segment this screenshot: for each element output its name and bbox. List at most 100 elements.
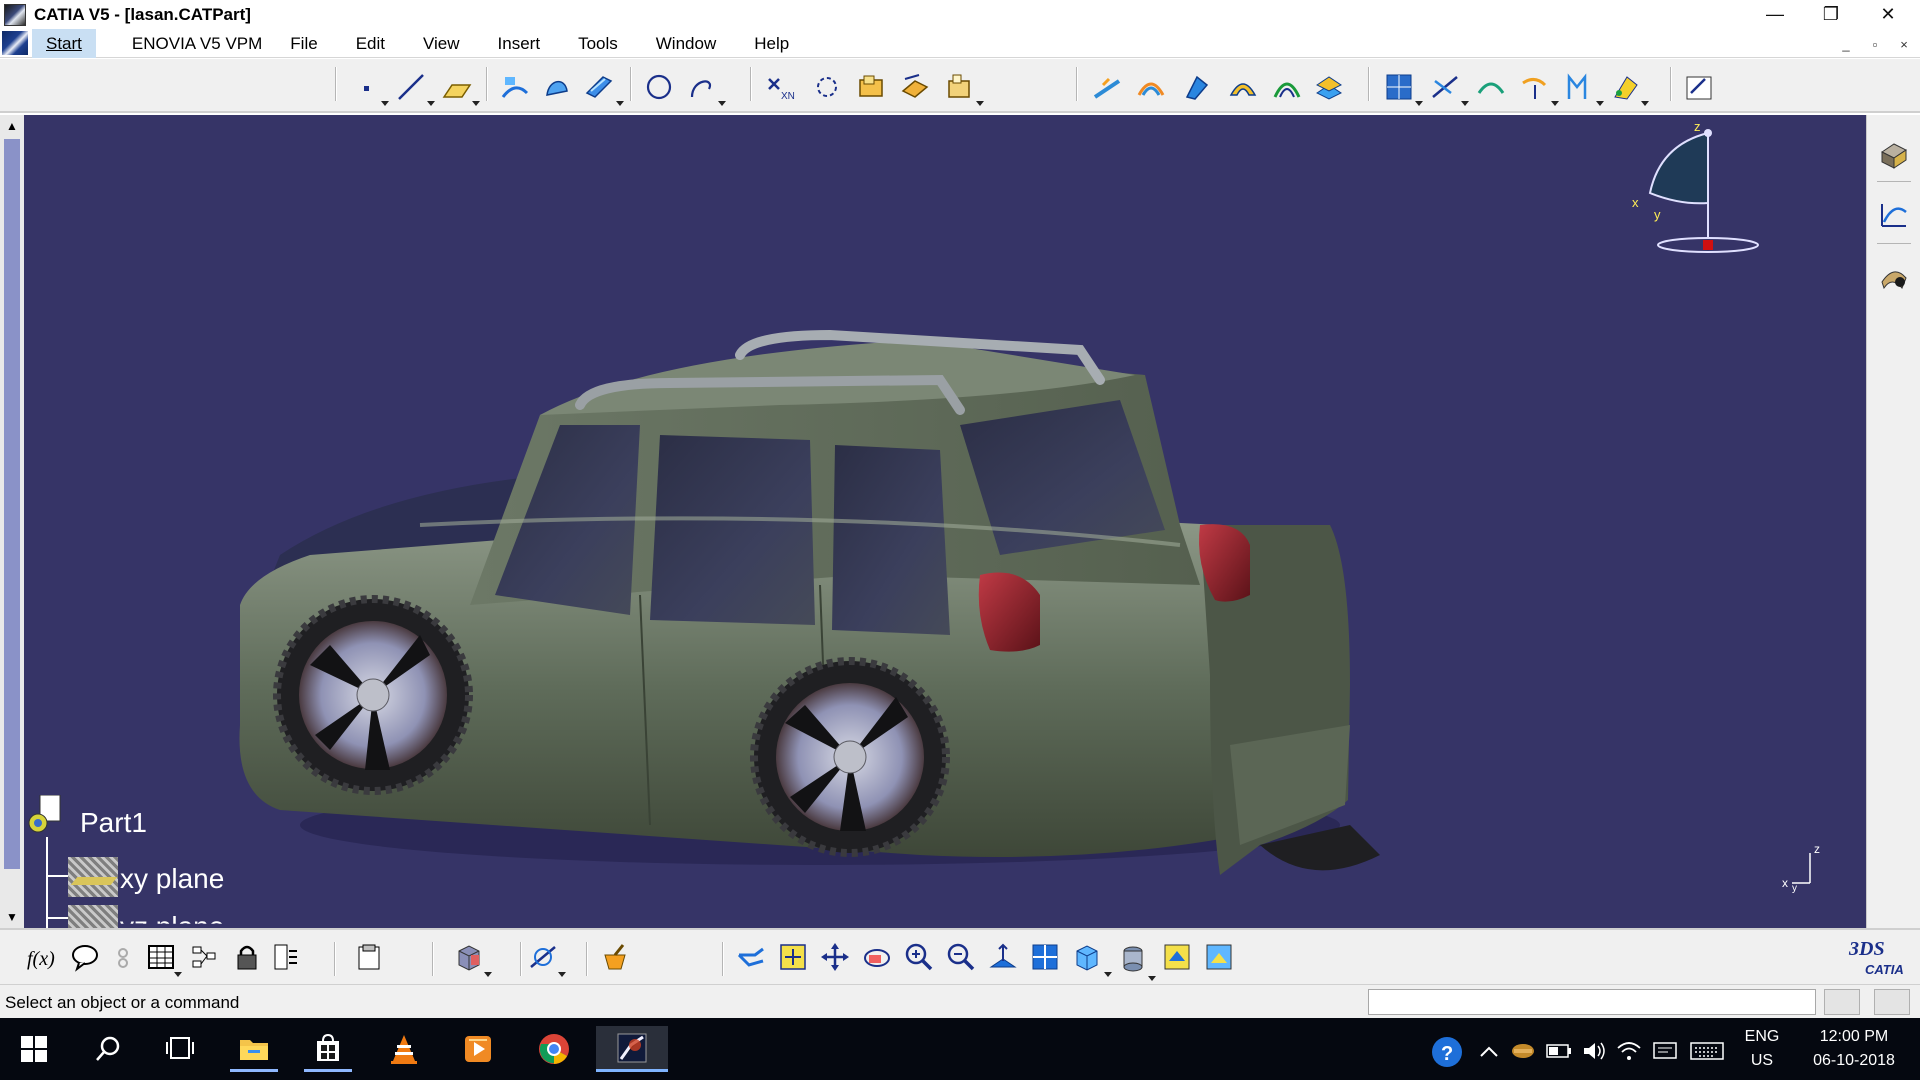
- plane-icon[interactable]: [68, 857, 118, 897]
- scaling-icon[interactable]: [1312, 70, 1346, 104]
- tree-item-xy-plane[interactable]: xy plane: [120, 863, 224, 895]
- 3d-viewport[interactable]: ▲ ▼ z x y z x y Part1 xy plane yz plane: [0, 115, 1866, 928]
- chevron-up-icon[interactable]: [1476, 1038, 1502, 1064]
- keyboard-icon[interactable]: [1690, 1038, 1724, 1064]
- sweep-surface-icon[interactable]: [582, 70, 616, 104]
- parameters-icon[interactable]: [188, 940, 222, 974]
- healing-icon[interactable]: [810, 70, 844, 104]
- iso-view-icon[interactable]: [1070, 940, 1104, 974]
- mdi-close-button[interactable]: ×: [1891, 33, 1917, 55]
- help-icon[interactable]: ?: [1430, 1035, 1464, 1069]
- curve-icon[interactable]: [1428, 70, 1462, 104]
- language-indicator[interactable]: ENG: [1740, 1028, 1784, 1046]
- sketch-curve-icon[interactable]: [1518, 70, 1552, 104]
- zoom-in-icon[interactable]: [902, 940, 936, 974]
- document-icon[interactable]: [2, 31, 28, 55]
- swap-visible-icon[interactable]: [1202, 940, 1236, 974]
- normal-view-icon[interactable]: [986, 940, 1020, 974]
- clock-date[interactable]: 06-10-2018: [1794, 1052, 1914, 1070]
- pan-icon[interactable]: [818, 940, 852, 974]
- generative-shape-icon[interactable]: [1877, 197, 1911, 231]
- part-design-workbench-icon[interactable]: [1877, 137, 1911, 171]
- sketcher-icon[interactable]: [1682, 70, 1716, 104]
- battery-icon[interactable]: [1546, 1038, 1572, 1064]
- tree-scrollbar[interactable]: ▲ ▼: [0, 115, 24, 928]
- menu-tools[interactable]: Tools: [554, 29, 632, 58]
- car-3d-model[interactable]: [220, 225, 1570, 928]
- command-input[interactable]: [1368, 989, 1816, 1015]
- catalog-icon[interactable]: [352, 940, 386, 974]
- wifi-icon[interactable]: [1616, 1038, 1642, 1064]
- close-button[interactable]: ✕: [1860, 0, 1916, 29]
- analysis-icon[interactable]: [1608, 70, 1642, 104]
- design-table-icon[interactable]: [270, 940, 304, 974]
- file-explorer-icon[interactable]: [230, 1026, 278, 1072]
- circle-icon[interactable]: [642, 70, 676, 104]
- search-icon[interactable]: [84, 1026, 132, 1072]
- tree-root-label[interactable]: Part1: [80, 807, 147, 839]
- notification-icon[interactable]: [1652, 1038, 1678, 1064]
- lock-icon[interactable]: [230, 940, 264, 974]
- menu-file[interactable]: File: [276, 29, 331, 58]
- specification-tree[interactable]: Part1 xy plane yz plane: [24, 775, 384, 928]
- task-view-icon[interactable]: [156, 1026, 204, 1072]
- menu-edit[interactable]: Edit: [332, 29, 399, 58]
- command-history-button[interactable]: [1874, 989, 1910, 1015]
- grid-icon[interactable]: [1382, 70, 1416, 104]
- symmetry-icon[interactable]: [1270, 70, 1304, 104]
- cube-3d-icon[interactable]: [452, 940, 486, 974]
- windows-start-icon[interactable]: [10, 1026, 58, 1072]
- zoom-out-icon[interactable]: [944, 940, 978, 974]
- scroll-down-arrow[interactable]: ▼: [4, 908, 20, 926]
- catia-icon[interactable]: [596, 1026, 668, 1072]
- join-icon[interactable]: XN: [764, 70, 798, 104]
- mdi-minimize-button[interactable]: _: [1833, 33, 1859, 55]
- apply-material-icon[interactable]: [598, 940, 632, 974]
- knowledge-icon[interactable]: [106, 940, 140, 974]
- table-icon[interactable]: [144, 940, 178, 974]
- fly-mode-icon[interactable]: [734, 940, 768, 974]
- point-icon[interactable]: [350, 70, 384, 104]
- mdi-restore-button[interactable]: ▫: [1862, 33, 1888, 55]
- vlc-icon[interactable]: [380, 1026, 428, 1072]
- split-icon[interactable]: [854, 70, 888, 104]
- compass-widget[interactable]: z x y: [1610, 115, 1760, 295]
- chordal-fillet-icon[interactable]: [1134, 70, 1168, 104]
- freestyle-icon[interactable]: [1877, 261, 1911, 295]
- spline-icon[interactable]: [686, 70, 720, 104]
- comment-icon[interactable]: [68, 940, 102, 974]
- trim-icon[interactable]: [898, 70, 932, 104]
- store-icon[interactable]: [304, 1026, 352, 1072]
- plane-icon[interactable]: [68, 905, 118, 928]
- clock-time[interactable]: 12:00 PM: [1794, 1028, 1914, 1046]
- tree-item-yz-plane[interactable]: yz plane: [120, 911, 224, 924]
- scrollbar-thumb[interactable]: [4, 139, 20, 869]
- translate-icon[interactable]: [1180, 70, 1214, 104]
- menu-start[interactable]: Start: [32, 28, 96, 58]
- rotate-view-icon[interactable]: [860, 940, 894, 974]
- media-player-icon[interactable]: [454, 1026, 502, 1072]
- shading-icon[interactable]: [1116, 940, 1150, 974]
- region-indicator[interactable]: US: [1740, 1052, 1784, 1070]
- multi-view-icon[interactable]: [1028, 940, 1062, 974]
- formula-icon[interactable]: f(x): [24, 940, 58, 974]
- menu-enovia[interactable]: ENOVIA V5 VPM: [96, 29, 276, 58]
- command-options-button[interactable]: [1824, 989, 1860, 1015]
- scroll-up-arrow[interactable]: ▲: [4, 117, 20, 135]
- revolve-surface-icon[interactable]: [540, 70, 574, 104]
- menu-view[interactable]: View: [399, 29, 474, 58]
- restore-button[interactable]: ❐: [1803, 0, 1859, 29]
- 3d-curve-icon[interactable]: [1562, 70, 1596, 104]
- fit-all-icon[interactable]: [776, 940, 810, 974]
- curve-smooth-icon[interactable]: [1474, 70, 1508, 104]
- rotate-icon[interactable]: [1226, 70, 1260, 104]
- measure-icon[interactable]: [526, 940, 560, 974]
- menu-help[interactable]: Help: [730, 29, 803, 58]
- chrome-icon[interactable]: [530, 1026, 578, 1072]
- hide-show-icon[interactable]: [1160, 940, 1194, 974]
- plane-icon[interactable]: [440, 70, 474, 104]
- fillet-surface-icon[interactable]: [1090, 70, 1124, 104]
- volume-icon[interactable]: [1582, 1038, 1608, 1064]
- minimize-button[interactable]: —: [1747, 0, 1803, 29]
- boundary-icon[interactable]: [942, 70, 976, 104]
